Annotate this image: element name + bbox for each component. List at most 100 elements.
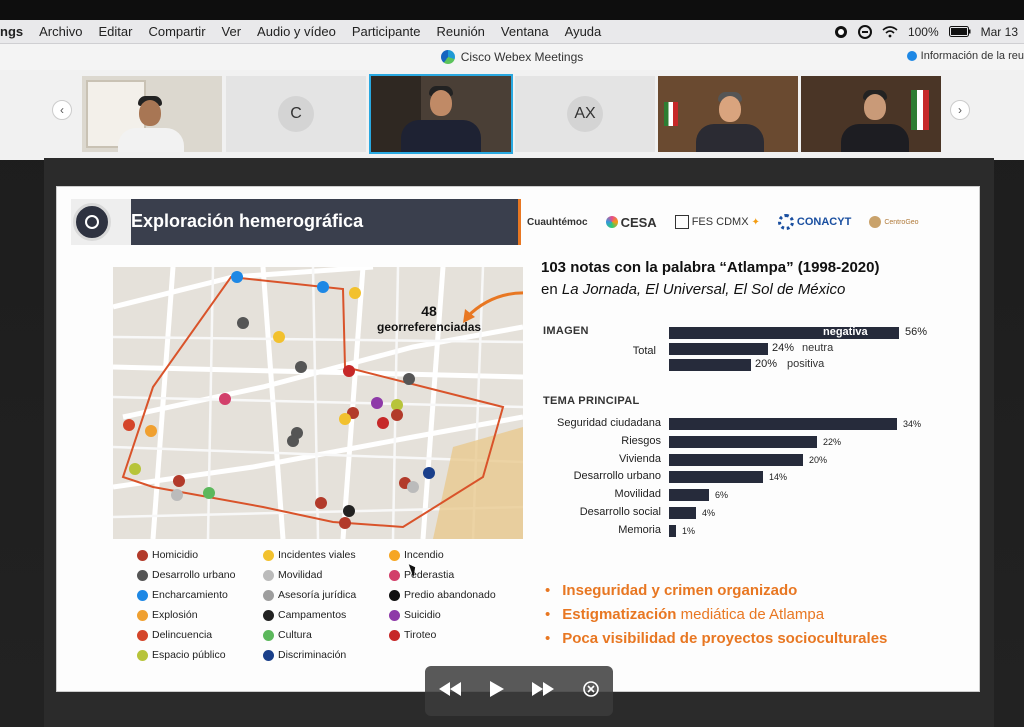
finding-bold: Poca visibilidad de proyectos sociocultu… — [562, 630, 888, 647]
participant-tile-2[interactable]: C — [226, 76, 366, 152]
legend-item: Incendio — [389, 549, 444, 561]
avatar: C — [278, 96, 314, 132]
tema-bar — [669, 489, 709, 501]
legend-label: Asesoría jurídica — [278, 589, 357, 601]
menu-ver[interactable]: Ver — [214, 24, 250, 39]
legend-label: Delincuencia — [152, 629, 213, 641]
imagen-total-label: Total — [632, 345, 656, 357]
status-area: 100% Mar 13 — [834, 24, 1024, 39]
finding-bold: Inseguridad y crimen organizado — [562, 582, 798, 599]
legend-item: Desarrollo urbano — [137, 569, 235, 581]
close-controls-button[interactable] — [582, 680, 599, 702]
participant-tile-1[interactable] — [82, 76, 222, 152]
tema-bar-percent: 20% — [809, 455, 828, 465]
legend-item: Tiroteo — [389, 629, 436, 641]
menu-audio-video[interactable]: Audio y vídeo — [249, 24, 344, 39]
tema-bar-percent: 14% — [769, 472, 788, 482]
legend-marker-icon — [137, 609, 148, 621]
legend-label: Movilidad — [278, 569, 323, 581]
tema-category-label: Riesgos — [621, 435, 661, 447]
legend-marker-icon — [389, 629, 400, 641]
imagen-section-label: IMAGEN — [543, 325, 589, 337]
heading-sources: La Jornada, El Universal, El Sol de Méxi… — [561, 281, 846, 298]
legend-label: Tiroteo — [404, 629, 437, 641]
menu-participante[interactable]: Participante — [344, 24, 429, 39]
findings-list: • Inseguridad y crimen organizado • Estigm… — [545, 579, 887, 651]
menu-ayuda[interactable]: Ayuda — [557, 24, 610, 39]
cesa-logo: CESA — [605, 214, 657, 230]
legend-label: Campamentos — [278, 609, 347, 621]
menu-editar[interactable]: Editar — [90, 24, 140, 39]
conacyt-icon — [777, 214, 794, 230]
sync-icon[interactable] — [857, 24, 872, 39]
strip-prev-button[interactable]: ‹ — [52, 100, 72, 120]
legend-marker-icon — [263, 569, 274, 581]
battery-percent: 100% — [907, 24, 939, 39]
play-icon — [489, 680, 504, 697]
participant-tile-6[interactable] — [801, 76, 941, 152]
legend-item: Cultura — [263, 629, 312, 641]
cuauhtemoc-label: Cuauhtémoc — [527, 216, 588, 228]
centrogeo-icon — [869, 216, 882, 228]
participant-tile-3-active[interactable] — [369, 74, 513, 154]
legend-label: Cultura — [278, 629, 312, 641]
legend-item: Encharcamiento — [137, 589, 228, 601]
tema-section-label: TEMA PRINCIPAL — [543, 395, 640, 407]
tema-category-label: Desarrollo social — [579, 506, 661, 518]
tema-bar — [669, 436, 817, 448]
tema-bar-percent: 22% — [823, 437, 842, 447]
finding-item: • Poca visibilidad de proyectos sociocult… — [545, 627, 887, 651]
finding-rest: mediática de Atlampa — [676, 606, 825, 623]
legend-item: Delincuencia — [137, 629, 212, 641]
participant-head — [864, 94, 886, 120]
next-slide-button[interactable] — [532, 681, 555, 701]
menu-reunion[interactable]: Reunión — [428, 24, 492, 39]
legend-item: Explosión — [137, 609, 198, 621]
finding-bold: Estigmatización — [562, 606, 677, 623]
avatar: AX — [567, 96, 603, 132]
app-menu[interactable]: ngs — [0, 24, 31, 39]
tema-category-label: Seguridad ciudadana — [557, 417, 661, 429]
finding-item: • Estigmatización mediática de Atlampa — [545, 603, 887, 627]
previous-slide-button[interactable] — [439, 681, 462, 701]
imagen-bar-percent: 56% — [905, 326, 928, 338]
menubar: ngs Archivo Editar Compartir Ver Audio y… — [0, 20, 1024, 44]
participant-tile-5[interactable] — [658, 76, 798, 152]
legend-marker-icon — [263, 649, 274, 661]
tema-bar — [669, 471, 763, 483]
fes-spark-icon: ✦ — [751, 216, 760, 228]
wifi-icon[interactable] — [882, 25, 898, 38]
legend-label: Suicidio — [404, 609, 441, 621]
tema-bar — [669, 525, 676, 537]
legend-label: Encharcamiento — [152, 589, 228, 601]
legend-marker-icon — [137, 549, 148, 561]
fes-logo: FES CDMX ✦ — [674, 215, 760, 229]
participant-tile-4[interactable]: AX — [515, 76, 655, 152]
legend-marker-icon — [263, 629, 274, 641]
webex-status-icon[interactable] — [834, 25, 848, 39]
legend-label: Incendio — [404, 549, 444, 561]
tema-bar — [669, 507, 696, 519]
top-bezel — [0, 0, 1024, 20]
meeting-info-button[interactable]: Información de la reu — [906, 50, 1024, 62]
chevron-left-icon: ‹ — [60, 103, 64, 117]
participant-body — [401, 120, 481, 152]
heading-line1: 103 notas con la palabra “Atlampa” (1998… — [541, 259, 880, 276]
legend-marker-icon — [137, 569, 148, 581]
participant-head — [430, 90, 452, 116]
legend-item: Predio abandonado — [389, 589, 496, 601]
cesa-label: CESA — [620, 214, 657, 230]
menu-archivo[interactable]: Archivo — [31, 24, 90, 39]
legend-item: Incidentes viales — [263, 549, 356, 561]
play-button[interactable] — [489, 680, 504, 702]
flag-icon — [911, 90, 929, 130]
tema-category-label: Memoria — [618, 524, 661, 536]
menu-compartir[interactable]: Compartir — [140, 24, 213, 39]
clock[interactable]: Mar 13 — [981, 25, 1018, 39]
chart-heading: 103 notas con la palabra “Atlampa” (1998… — [541, 257, 879, 301]
strip-next-button[interactable]: › — [950, 100, 970, 120]
menu-ventana[interactable]: Ventana — [493, 24, 557, 39]
finding-item: • Inseguridad y crimen organizado — [545, 579, 887, 603]
battery-icon[interactable] — [948, 26, 971, 37]
legend-item: Pederastia — [389, 569, 454, 581]
